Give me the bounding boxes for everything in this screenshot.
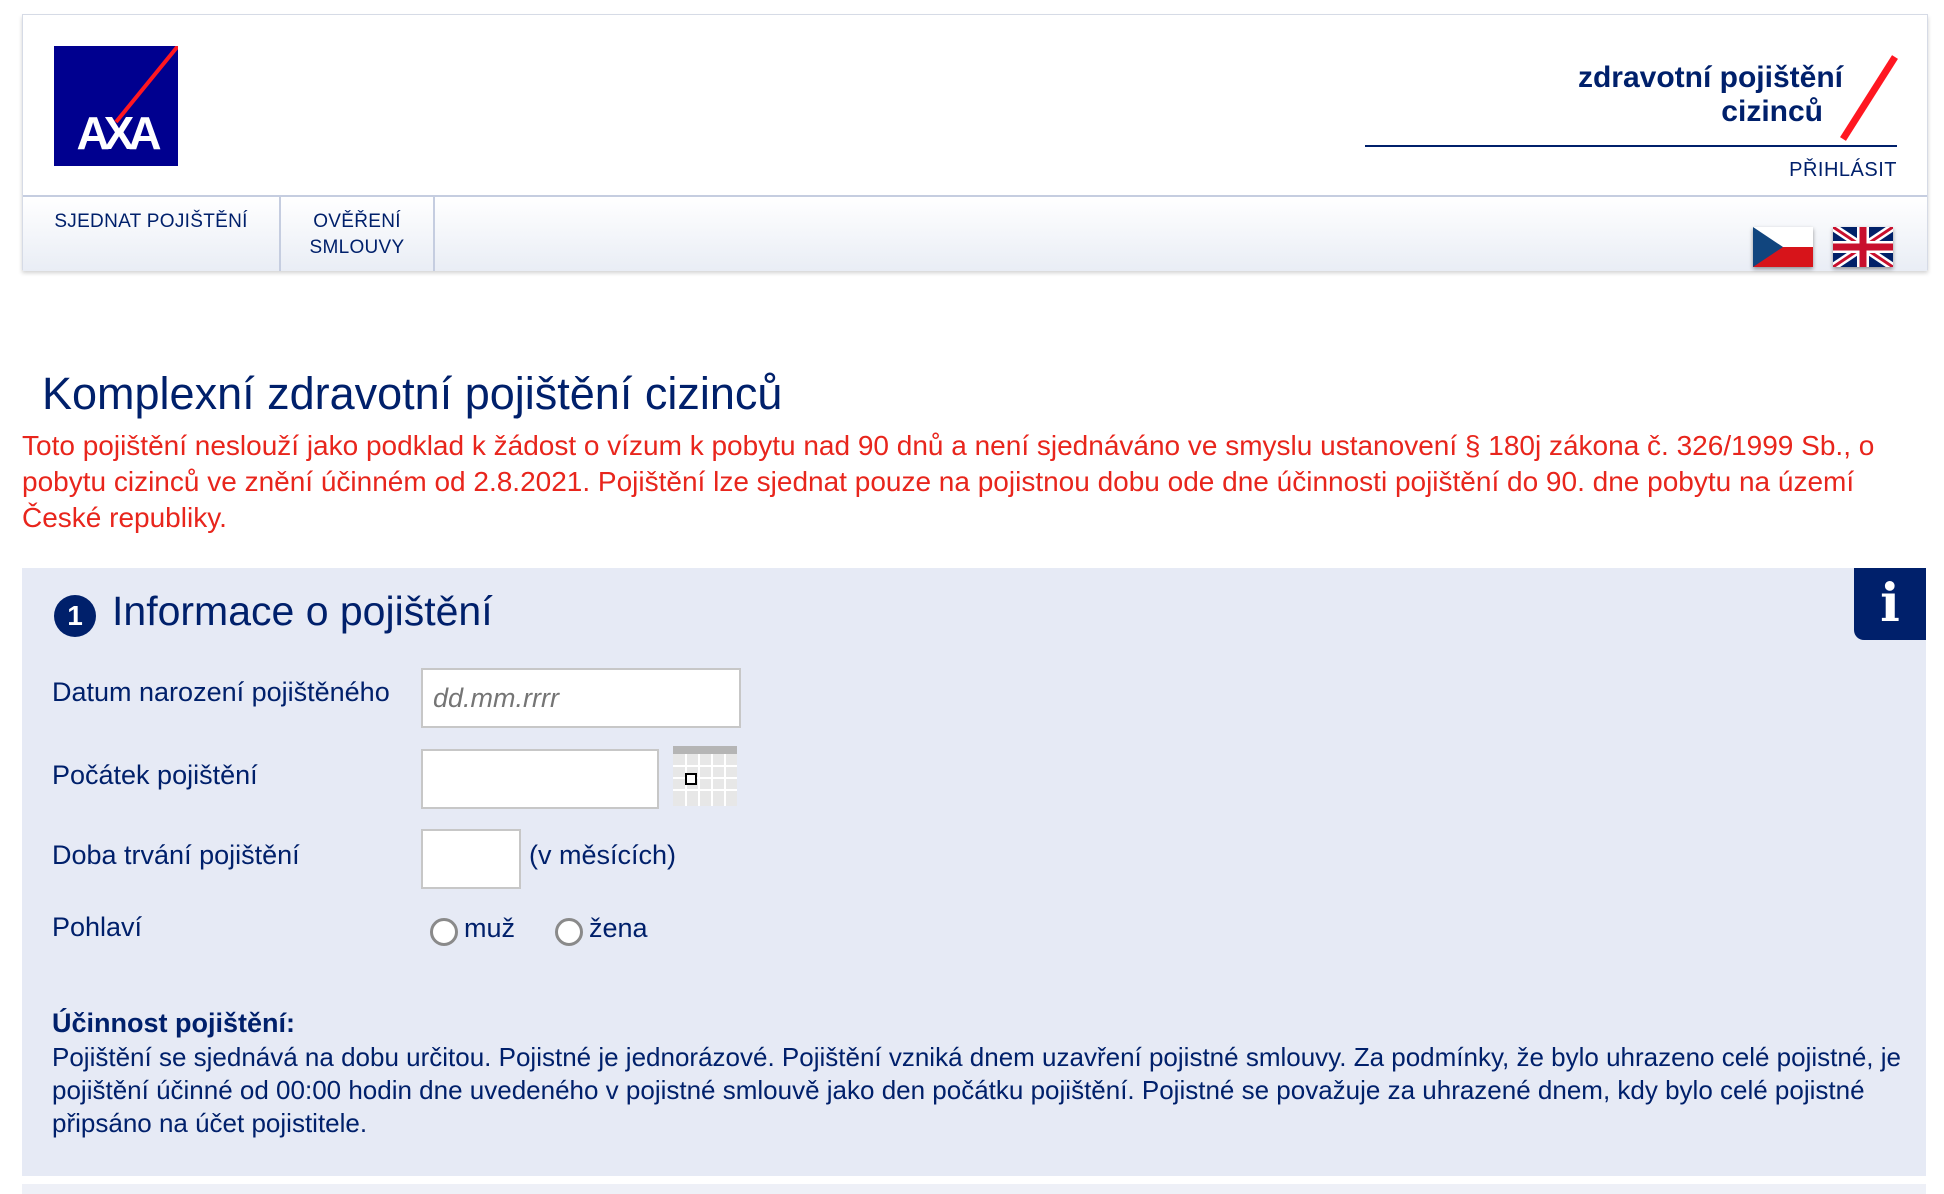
effectiveness-heading: Účinnost pojištění: — [52, 1008, 295, 1038]
main-nav: SJEDNAT POJIŠTĚNÍ OVĚŘENÍ SMLOUVY — [23, 195, 1927, 271]
login-link[interactable]: PŘIHLÁSIT — [1789, 159, 1897, 182]
page-title: Komplexní zdravotní pojištění cizinců — [42, 368, 783, 419]
site-header: AXA zdravotní pojištění cizinců PŘIHLÁSI… — [22, 14, 1928, 271]
nav-item-label: OVĚŘENÍ SMLOUVY — [281, 197, 433, 261]
section-title: Informace o pojištění — [112, 588, 493, 634]
info-icon[interactable]: i — [1854, 568, 1926, 640]
axa-logo-text: AXA — [76, 107, 160, 159]
brand-underline — [1365, 145, 1897, 147]
gender-option-label: muž — [464, 913, 516, 943]
birthdate-input[interactable] — [421, 668, 741, 728]
duration-input[interactable] — [421, 829, 521, 889]
visa-warning-text: Toto pojištění neslouží jako podklad k ž… — [22, 430, 1875, 533]
czech-flag-icon[interactable] — [1753, 227, 1813, 267]
nav-item-overeni-smlouvy[interactable]: OVĚŘENÍ SMLOUVY — [281, 197, 435, 271]
brand-slash-icon — [1840, 55, 1898, 141]
brand-title: zdravotní pojištění cizinců — [1578, 61, 1843, 129]
start-date-label: Počátek pojištění — [52, 760, 258, 790]
duration-unit-label: (v měsících) — [529, 840, 677, 870]
brand-line-2: cizinců — [1721, 95, 1823, 128]
nav-item-sjednat-pojisteni[interactable]: SJEDNAT POJIŠTĚNÍ — [23, 197, 281, 271]
axa-logo[interactable]: AXA — [54, 46, 178, 166]
birthdate-label: Datum narození pojištěného — [52, 677, 390, 707]
step-number-badge: 1 — [54, 595, 96, 637]
duration-label: Doba trvání pojištění — [52, 840, 300, 870]
nav-item-label-line-2: SMLOUVY — [309, 237, 405, 258]
nav-item-label-line-1: OVĚŘENÍ — [313, 211, 401, 232]
gender-label: Pohlaví — [52, 912, 143, 942]
calendar-icon[interactable] — [673, 746, 737, 806]
radio-circle[interactable] — [555, 918, 583, 946]
insurance-info-section: i 1 Informace o pojištění Datum narození… — [22, 568, 1926, 1176]
radio-circle[interactable] — [430, 918, 458, 946]
nav-item-label: SJEDNAT POJIŠTĚNÍ — [54, 211, 248, 232]
uk-flag-icon[interactable] — [1833, 227, 1893, 267]
start-date-input[interactable] — [421, 749, 659, 809]
gender-option-label: žena — [589, 913, 648, 943]
effectiveness-text: Pojištění se sjednává na dobu určitou. P… — [52, 1042, 1901, 1138]
next-section-edge — [22, 1184, 1926, 1194]
brand-line-1: zdravotní pojištění — [1577, 61, 1843, 94]
